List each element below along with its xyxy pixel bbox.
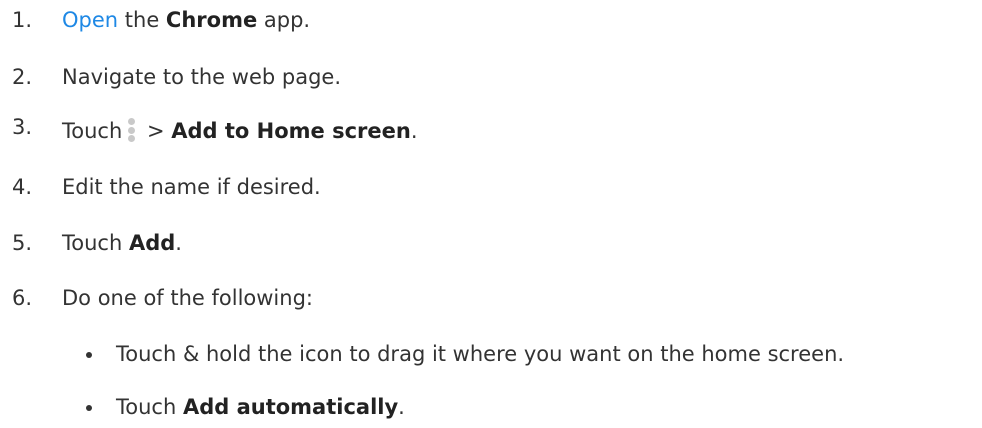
- bullet-text-part: Touch: [116, 395, 183, 419]
- bullet-text-part: .: [398, 395, 405, 419]
- step-text: Do one of the following:: [62, 286, 313, 310]
- step-text-part: .: [175, 231, 182, 255]
- step-text: Navigate to the web page.: [62, 65, 341, 89]
- step-number: 3.: [12, 115, 33, 139]
- step-number: 2.: [12, 65, 33, 89]
- step-text: Touch Add.: [62, 225, 182, 261]
- step-number: 5.: [12, 231, 33, 255]
- open-link[interactable]: Open: [62, 8, 118, 32]
- bullet-dot: [86, 352, 92, 358]
- step-text-part: .: [410, 119, 418, 143]
- bullet-dot: [86, 405, 92, 411]
- option-name: Add automatically: [182, 395, 399, 419]
- step-text-part: app.: [257, 8, 311, 32]
- menu-option: Add to Home screen: [171, 119, 411, 143]
- step-number: 4.: [12, 175, 33, 199]
- bullet-text: Touch Add automatically.: [116, 389, 405, 425]
- step-text: Touch > Add to Home screen.: [62, 113, 418, 149]
- step-text: Open the Chrome app.: [62, 2, 310, 38]
- step-number: 1.: [12, 8, 33, 32]
- step-text-part: Touch: [62, 119, 123, 143]
- step-number: 6.: [12, 286, 33, 310]
- app-name: Chrome: [165, 8, 258, 32]
- step-text-part: the: [118, 8, 166, 32]
- bullet-text: Touch & hold the icon to drag it where y…: [116, 342, 845, 366]
- step-text: Edit the name if desired.: [62, 175, 321, 199]
- step-text-part: Touch: [62, 231, 129, 255]
- more-vert-icon: [126, 117, 136, 143]
- button-name: Add: [128, 231, 176, 255]
- step-text-part: >: [140, 119, 172, 143]
